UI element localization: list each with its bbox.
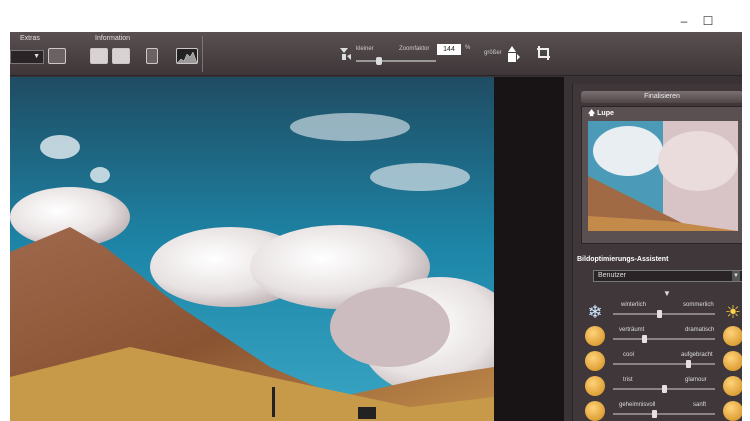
lupe-preview [588,121,738,231]
preset-value: Benutzer [598,272,627,279]
canvas-background [494,77,564,421]
mood-slider-track[interactable] [613,338,715,340]
sad-face-icon [585,376,605,396]
dreamy-face-icon [585,326,605,346]
mood-row: geheimnisvoll sanft [585,400,742,421]
view-select[interactable]: ▼ [10,50,44,64]
save-icon[interactable] [90,48,108,64]
mysterious-face-icon [585,401,605,421]
mood-right-label: dramatisch [685,327,715,333]
glamour-face-icon [723,376,742,396]
mood-row: ❄ winterlich sommerlich ☀ [585,300,742,324]
right-panel: Finalisieren 🡅 Lupe Bildoptimierungs-Ass… [572,84,742,421]
main-photo[interactable] [10,77,494,421]
menu-information[interactable]: Information [95,35,130,42]
zoom-smaller-label: kleiner [356,46,374,52]
mood-right-label: sommerlich [683,302,714,308]
zoom-slider-thumb[interactable] [376,57,382,65]
mood-slider-thumb[interactable] [656,310,662,318]
mountain-photo [10,77,494,421]
menu-extras[interactable]: Extras [20,35,40,42]
mood-slider-track[interactable] [613,363,715,365]
mood-slider-thumb[interactable] [661,385,667,393]
chevron-down-icon: ▼ [33,53,40,60]
maximize-button[interactable]: ☐ [700,13,716,29]
crop-glyph-icon [537,46,550,60]
app-window: – ☐ Extras Information ▼ kleiner Zoomfak… [10,10,742,421]
layout-icon[interactable] [48,48,66,64]
print-icon[interactable] [112,48,130,64]
cool-face-icon [585,351,605,371]
snowflake-icon: ❄ [587,302,603,322]
mood-slider-track[interactable] [613,413,715,415]
gentle-face-icon [723,401,742,421]
toolbar: Extras Information ▼ kleiner Zoomfaktor … [10,32,742,76]
crop-icon[interactable] [536,45,552,61]
mood-row: trist glamour [585,375,742,399]
mood-left-label: verträumt [619,327,645,333]
angry-face-icon [723,351,742,371]
compare-icon[interactable] [146,48,158,64]
mood-left-label: geheimnisvoll [619,402,656,408]
zoom-out-glyph-icon [340,48,351,60]
title-bar: – ☐ [10,10,742,32]
assistant-title: Bildoptimierungs-Assistent [577,256,669,263]
preset-dropdown[interactable]: Benutzer ▼ [593,270,742,282]
sun-icon: ☀ [724,302,742,322]
zoom-larger-label: größer [484,50,502,56]
mood-right-label: aufgebracht [681,352,713,358]
mood-right-label: glamour [685,377,707,383]
mood-left-label: trist [623,377,633,383]
zoom-in-icon[interactable] [506,44,520,64]
lupe-title: Lupe [597,110,614,117]
histogram-icon[interactable] [176,48,198,64]
mood-slider-thumb[interactable] [642,335,648,343]
zoom-out-icon[interactable] [338,46,352,62]
finalize-button[interactable]: Finalisieren [581,91,742,103]
zoom-factor-input[interactable]: 144 [437,44,461,55]
zoom-percent-sign: % [465,45,471,51]
minimize-button[interactable]: – [676,13,692,29]
zoom-slider-track[interactable] [356,60,436,62]
mood-slider-track[interactable] [613,313,715,315]
lupe-preview-image [588,121,738,231]
histogram-graph-icon [176,51,198,64]
mood-slider-thumb[interactable] [651,410,657,418]
arrow-up-icon: 🡅 [588,110,598,117]
mood-left-label: cool [623,352,635,358]
zoom-factor-label: Zoomfaktor [399,46,430,52]
collapse-caret-icon[interactable]: ▼ [663,289,671,298]
lupe-box: 🡅 Lupe [581,106,742,244]
lupe-heading: 🡅 Lupe [588,109,614,120]
dramatic-face-icon [723,326,742,346]
chevron-down-icon: ▼ [732,271,740,281]
zoom-in-glyph-icon [508,46,520,62]
toolbar-separator [202,36,203,72]
mood-right-label: sanft [693,402,707,408]
mood-left-label: winterlich [621,302,647,308]
mood-slider-thumb[interactable] [685,360,691,368]
mood-row: cool aufgebracht [585,350,742,374]
mood-row: verträumt dramatisch [585,325,742,349]
